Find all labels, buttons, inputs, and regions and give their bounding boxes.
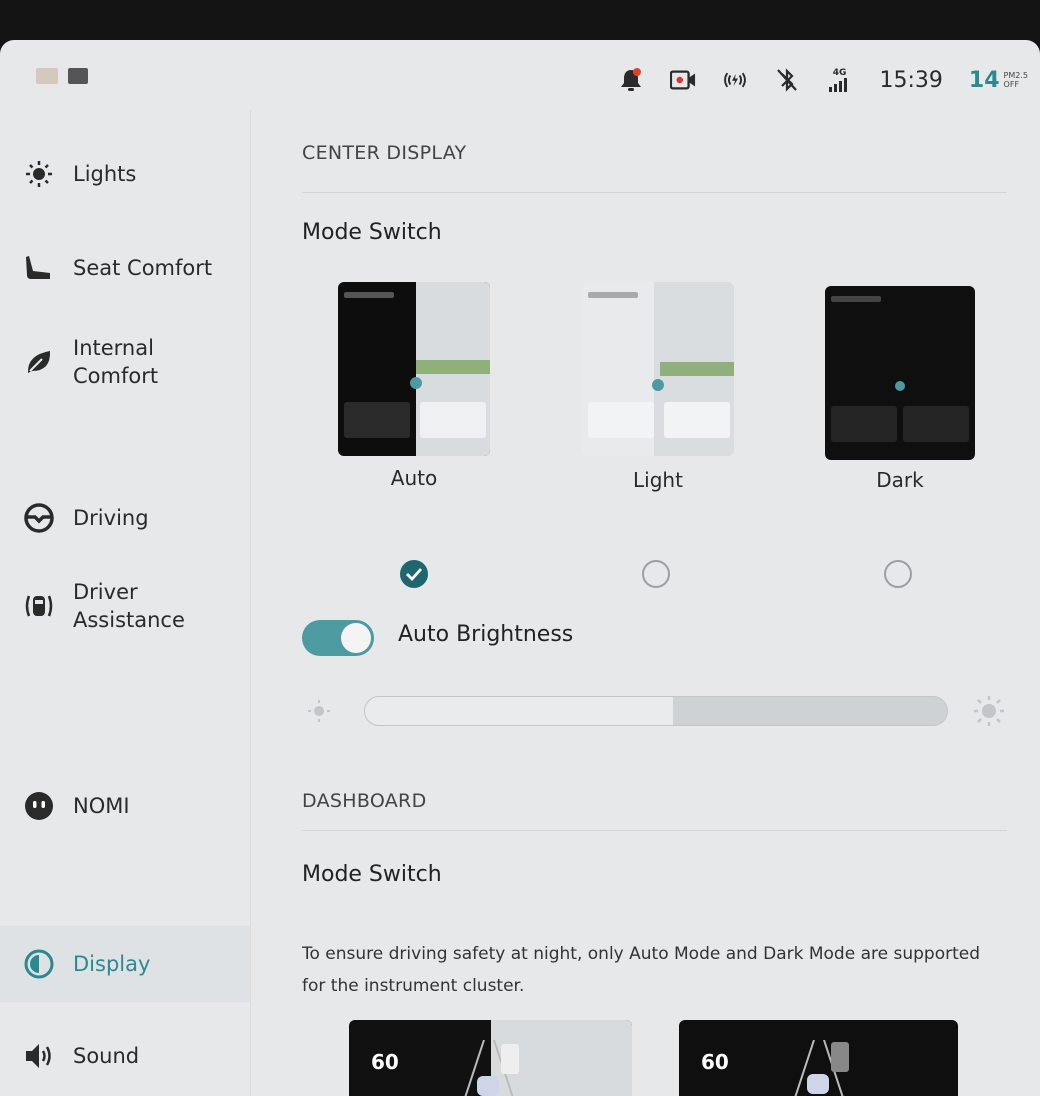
mode-light-radio[interactable] — [642, 560, 670, 588]
dashboard-mode-switch-heading: Mode Switch — [302, 862, 442, 887]
auto-brightness-toggle[interactable] — [302, 620, 374, 656]
mode-dark-thumbnail[interactable] — [825, 286, 975, 460]
light-icon — [22, 157, 56, 191]
car-icon — [477, 1076, 499, 1096]
center-screen: 4G 15:39 14 PM2.5 OFF Lights Seat Comfor… — [0, 40, 1040, 1096]
thumb-card — [903, 406, 969, 442]
thumb-car-marker — [895, 381, 905, 391]
dashboard-description: To ensure driving safety at night, only … — [302, 944, 980, 996]
sidebar-item-seat-comfort[interactable]: Seat Comfort — [0, 248, 250, 288]
mode-dark-label: Dark — [876, 468, 924, 492]
speed-readout: 60 — [701, 1050, 729, 1074]
auto-brightness-label: Auto Brightness — [398, 622, 574, 647]
sidebar-item-nomi[interactable]: NOMI — [0, 786, 250, 826]
check-icon — [406, 568, 423, 581]
seat-icon — [22, 251, 56, 285]
thumb-card — [588, 402, 654, 438]
sidebar-item-label: Internal Comfort — [73, 336, 159, 388]
mode-switch-heading: Mode Switch — [302, 220, 442, 245]
thumb-card — [420, 402, 486, 438]
dashboard-dark-thumbnail[interactable]: 60 — [679, 1020, 958, 1096]
thumb-map-park — [416, 360, 490, 374]
steering-wheel-icon — [22, 501, 56, 535]
bell-icon[interactable] — [618, 67, 644, 93]
sidebar-item-driver-assistance[interactable]: Driver Assistance — [0, 576, 250, 636]
section-divider — [302, 830, 1007, 831]
thumb-toolbar — [831, 296, 881, 302]
sidebar-item-label: Driving — [73, 506, 149, 530]
mode-auto-radio[interactable] — [400, 560, 428, 588]
car-icon — [807, 1074, 829, 1094]
display-icon — [22, 947, 56, 981]
signal-icon: 4G — [826, 67, 854, 93]
mode-light-label: Light — [633, 468, 683, 492]
driver-assist-icon — [22, 589, 56, 623]
sidebar-item-sound[interactable]: Sound — [0, 1036, 250, 1076]
mode-auto-label: Auto — [390, 466, 438, 490]
clock: 15:39 — [879, 67, 943, 93]
thumb-toolbar — [344, 292, 394, 298]
truck-icon — [501, 1044, 519, 1074]
leaf-icon — [22, 345, 56, 379]
pm25-value: 14 — [968, 67, 1000, 93]
sidebar-item-internal-comfort[interactable]: Internal Comfort — [0, 332, 250, 392]
bluetooth-off-icon[interactable] — [774, 67, 800, 93]
pm25-label-bottom: OFF — [1003, 80, 1020, 89]
status-square-icon — [68, 68, 88, 84]
mode-light-thumbnail[interactable] — [582, 282, 734, 456]
mode-auto-thumbnail[interactable] — [338, 282, 490, 456]
sidebar-item-display[interactable]: Display — [0, 926, 250, 1002]
status-bar: 4G 15:39 14 PM2.5 OFF — [0, 40, 1040, 110]
dashcam-icon[interactable] — [669, 67, 696, 93]
pm25-label-top: PM2.5 — [1003, 71, 1028, 80]
sidebar-item-label: NOMI — [73, 794, 130, 818]
section-divider — [302, 192, 1007, 193]
status-left — [36, 68, 88, 84]
sidebar-item-lights[interactable]: Lights — [0, 154, 250, 194]
sidebar-item-label: Lights — [73, 162, 137, 186]
truck-icon — [831, 1042, 849, 1072]
sidebar-item-driving[interactable]: Driving — [0, 498, 250, 538]
hotspot-icon[interactable] — [722, 67, 748, 93]
nomi-icon — [22, 789, 56, 823]
brightness-slider[interactable] — [364, 696, 948, 726]
brightness-slider-fill — [365, 697, 674, 725]
thumb-car-marker — [410, 377, 422, 389]
speed-readout: 60 — [371, 1050, 399, 1074]
sidebar-item-label: Driver Assistance — [73, 580, 185, 632]
brightness-high-icon — [974, 696, 1004, 726]
thumb-toolbar — [588, 292, 638, 298]
thumb-car-marker — [652, 379, 664, 391]
center-display-section-title: CENTER DISPLAY — [302, 142, 467, 164]
mode-dark-radio[interactable] — [884, 560, 912, 588]
dashboard-section-title: DASHBOARD — [302, 790, 427, 812]
pm25-label: PM2.5 OFF — [1004, 71, 1028, 89]
pm25-indicator[interactable]: 14 PM2.5 OFF — [969, 68, 1028, 93]
sidebar-item-label: Seat Comfort — [73, 256, 213, 280]
sidebar-item-label: Sound — [73, 1044, 140, 1068]
sidebar-item-label: Display — [73, 952, 151, 976]
thumb-card — [344, 402, 410, 438]
thumb-card — [664, 402, 730, 438]
status-right: 4G 15:39 14 PM2.5 OFF — [618, 60, 1028, 100]
speaker-icon — [22, 1039, 56, 1073]
network-type: 4G — [832, 67, 847, 78]
brightness-low-icon — [308, 700, 330, 722]
settings-content: CENTER DISPLAY Mode Switch Auto Light Da… — [252, 110, 1040, 1096]
status-block-icon — [36, 68, 58, 84]
thumb-card — [831, 406, 897, 442]
dashboard-auto-thumbnail[interactable]: 60 — [349, 1020, 632, 1096]
settings-sidebar: Lights Seat Comfort Internal Comfort Dri… — [0, 110, 251, 1096]
thumb-map-park — [660, 362, 734, 376]
toggle-knob — [341, 623, 371, 653]
